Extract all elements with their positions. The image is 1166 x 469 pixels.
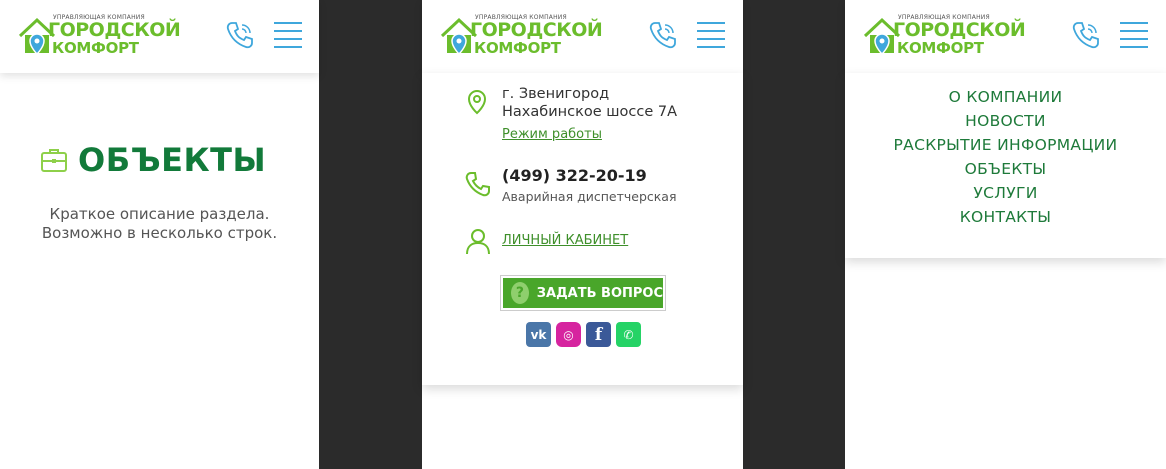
mobile-view-menu-dropdown: УПРАВЛЯЮЩАЯ КОМПАНИЯ ГОРОДСКОЙ КОМФОРТ О… [845,0,1166,469]
page-title-text: ОБЪЕКТЫ [78,141,267,179]
background-gap-left [319,0,422,469]
address-line: г. Звенигород [502,86,610,102]
logo-name-line2: КОМФОРТ [897,39,984,57]
phone-icon[interactable] [224,19,256,51]
facebook-icon[interactable]: f [586,322,611,347]
nav-menu: О КОМПАНИИ НОВОСТИ РАСКРЫТИЕ ИНФОРМАЦИИ … [845,85,1166,229]
mobile-view-section-page: УПРАВЛЯЮЩАЯ КОМПАНИЯ ГОРОДСКОЙ КОМФОРТ О… [0,0,319,469]
working-hours-link[interactable]: Режим работы [502,127,602,142]
address-line: Нахабинское шоссе 7А [502,104,677,120]
nav-item-contacts[interactable]: КОНТАКТЫ [845,205,1166,229]
vk-icon[interactable]: vk [526,322,551,347]
nav-item-objects[interactable]: ОБЪЕКТЫ [845,157,1166,181]
ask-question-button[interactable]: ? ЗАДАТЬ ВОПРОС [500,275,666,311]
phone-icon[interactable] [647,19,679,51]
phone-number[interactable]: (499) 322-20-19 [502,166,647,185]
address: г. Звенигород Нахабинское шоссе 7А [502,85,677,121]
contacts-dropdown: г. Звенигород Нахабинское шоссе 7А Режим… [422,73,743,385]
nav-item-news[interactable]: НОВОСТИ [845,109,1166,133]
nav-item-services[interactable]: УСЛУГИ [845,181,1166,205]
ask-question-button-body: ? ЗАДАТЬ ВОПРОС [503,278,663,308]
hamburger-menu-icon[interactable] [1120,22,1148,48]
logo-name-line1: ГОРОДСКОЙ [470,19,603,41]
page-description: Краткое описание раздела. Возможно в нес… [0,205,319,243]
logo[interactable]: УПРАВЛЯЮЩАЯ КОМПАНИЯ ГОРОДСКОЙ КОМФОРТ [440,14,603,62]
site-header: УПРАВЛЯЮЩАЯ КОМПАНИЯ ГОРОДСКОЙ КОМФОРТ [0,0,319,73]
instagram-icon[interactable]: ◎ [556,322,581,347]
logo-name-line1: ГОРОДСКОЙ [893,19,1026,41]
map-pin-icon [467,89,487,115]
nav-item-about[interactable]: О КОМПАНИИ [845,85,1166,109]
description-line: Краткое описание раздела. [49,205,270,223]
hamburger-menu-icon[interactable] [697,22,725,48]
mobile-view-contacts-dropdown: УПРАВЛЯЮЩАЯ КОМПАНИЯ ГОРОДСКОЙ КОМФОРТ г… [422,0,743,469]
site-header: УПРАВЛЯЮЩАЯ КОМПАНИЯ ГОРОДСКОЙ КОМФОРТ [422,0,743,73]
logo-name-line1: ГОРОДСКОЙ [48,19,181,41]
nav-menu-dropdown: О КОМПАНИИ НОВОСТИ РАСКРЫТИЕ ИНФОРМАЦИИ … [845,73,1166,258]
background-gap-right [743,0,845,469]
question-icon: ? [511,282,529,304]
personal-account-link[interactable]: ЛИЧНЫЙ КАБИНЕТ [502,233,628,248]
whatsapp-icon[interactable]: ✆ [616,322,641,347]
ask-question-label: ЗАДАТЬ ВОПРОС [536,285,663,301]
phone-icon[interactable] [1070,19,1102,51]
handset-icon [465,172,490,197]
logo[interactable]: УПРАВЛЯЮЩАЯ КОМПАНИЯ ГОРОДСКОЙ КОМФОРТ [18,14,181,62]
site-header: УПРАВЛЯЮЩАЯ КОМПАНИЯ ГОРОДСКОЙ КОМФОРТ [845,0,1166,73]
nav-item-disclosure[interactable]: РАСКРЫТИЕ ИНФОРМАЦИИ [845,133,1166,157]
logo[interactable]: УПРАВЛЯЮЩАЯ КОМПАНИЯ ГОРОДСКОЙ КОМФОРТ [863,14,1026,62]
page-title: ОБЪЕКТЫ [40,140,266,180]
user-icon [466,229,490,255]
logo-name-line2: КОМФОРТ [52,39,139,57]
social-links: vk ◎ f ✆ [526,322,646,347]
hamburger-menu-icon[interactable] [274,22,302,48]
logo-name-line2: КОМФОРТ [474,39,561,57]
phone-caption: Аварийная диспетчерская [502,189,677,204]
briefcase-icon [41,149,67,172]
description-line: Возможно в несколько строк. [41,224,278,242]
